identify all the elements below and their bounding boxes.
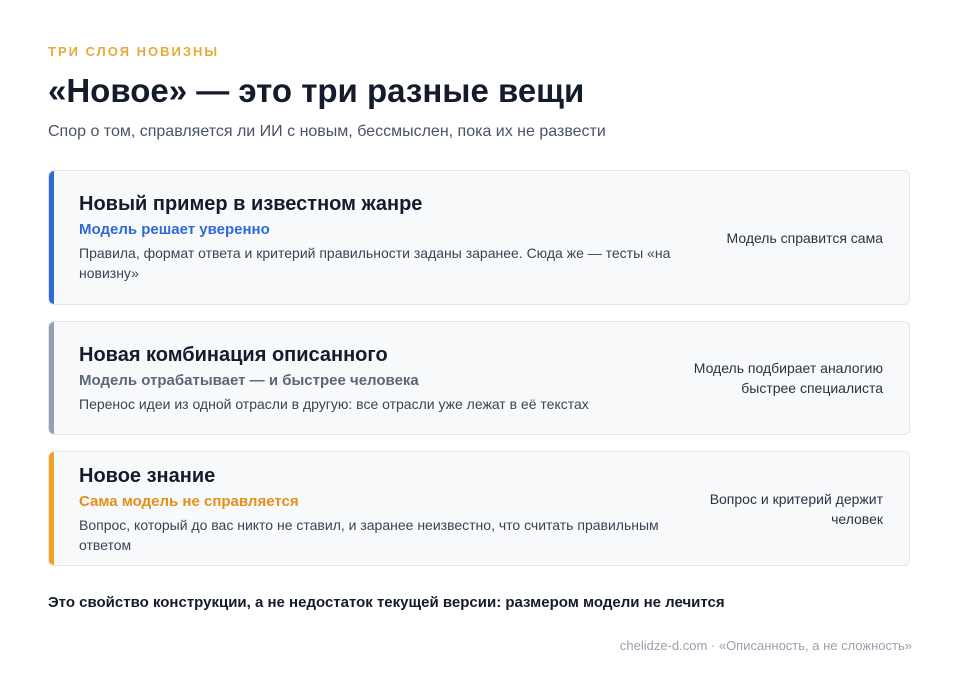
card-side-note: Вопрос и критерий держит человек [683,452,883,565]
card-body: Новая комбинация описанного Модель отраб… [79,322,699,434]
card-verdict: Модель решает уверенно [79,221,270,238]
card-heading: Новый пример в известном жанре [79,193,423,215]
card-side-text: Вопрос и критерий держит человек [709,490,883,527]
card-side-note: Модель подбирает аналогию быстрее специа… [683,322,883,434]
card-heading: Новая комбинация описанного [79,344,388,366]
card-accent-bar [49,322,54,434]
novelty-card-combination: Новая комбинация описанного Модель отраб… [48,321,910,435]
footer-source: chelidze-d.com · «Описанность, а не слож… [619,638,912,653]
card-verdict: Сама модель не справляется [79,492,299,510]
card-side-text: Модель подбирает аналогию быстрее специа… [693,360,883,396]
card-side-text: Модель справится сама [726,229,883,246]
card-accent-bar [49,171,54,304]
card-heading: Новое знание [79,464,216,487]
card-body: Новое знание Сама модель не справляется … [79,452,699,565]
eyebrow-label: ТРИ СЛОЯ НОВИЗНЫ [48,44,220,59]
card-body: Новый пример в известном жанре Модель ре… [79,171,699,304]
card-description: Вопрос, который до вас никто не ставил, … [79,516,659,553]
card-description: Правила, формат ответа и критерий правил… [79,245,671,281]
novelty-card-new-knowledge: Новое знание Сама модель не справляется … [48,451,910,566]
card-side-note: Модель справится сама [683,171,883,304]
novelty-card-known-genre: Новый пример в известном жанре Модель ре… [48,170,910,305]
card-description: Перенос идеи из одной отрасли в другую: … [79,396,589,412]
page-subtitle: Спор о том, справляется ли ИИ с новым, б… [48,123,606,140]
card-accent-bar [49,452,54,565]
card-verdict: Модель отрабатывает — и быстрее человека [79,372,419,389]
page-title: «Новое» — это три разные вещи [48,72,585,109]
conclusion-text: Это свойство конструкции, а не недостато… [48,594,725,611]
